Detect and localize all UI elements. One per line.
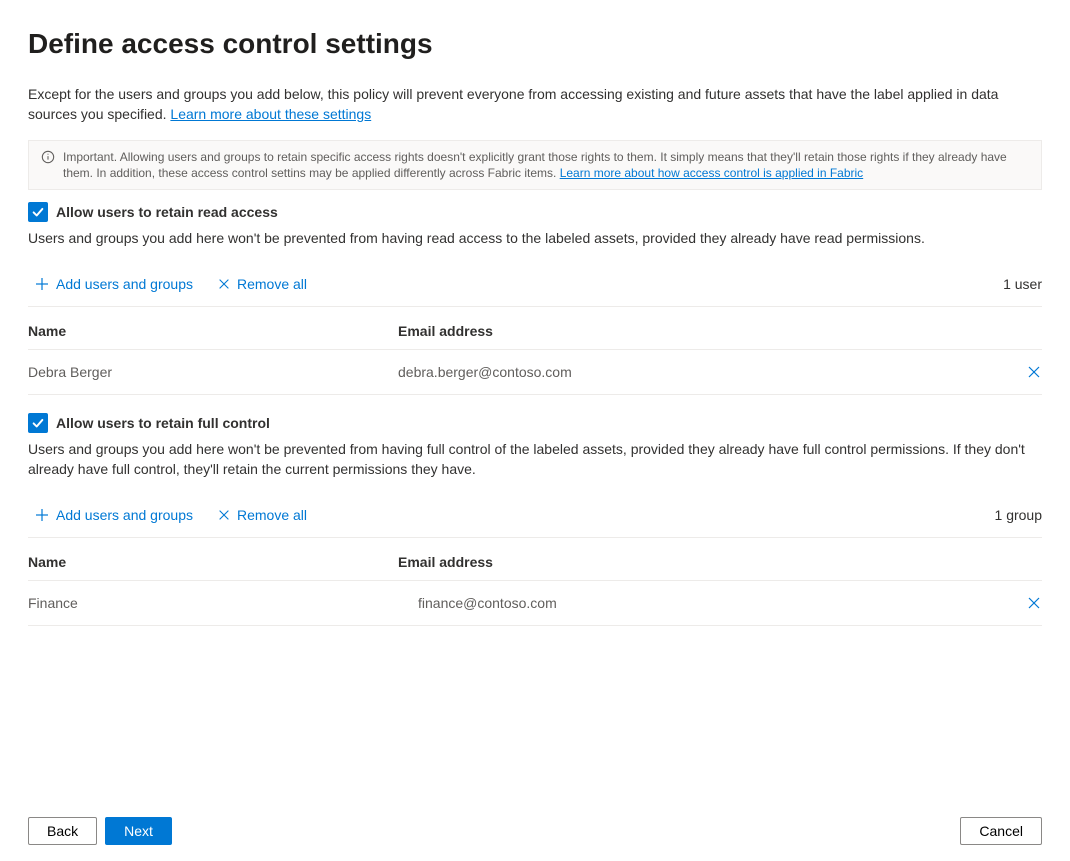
full-row-email: finance@contoso.com xyxy=(398,595,1002,611)
remove-all-read-button[interactable]: Remove all xyxy=(211,272,313,296)
remove-all-full-label: Remove all xyxy=(237,507,307,523)
retain-read-label: Allow users to retain read access xyxy=(56,204,278,220)
next-button[interactable]: Next xyxy=(105,817,172,845)
add-users-read-label: Add users and groups xyxy=(56,276,193,292)
add-users-full-label: Add users and groups xyxy=(56,507,193,523)
x-icon xyxy=(1026,595,1042,611)
learn-more-settings-link[interactable]: Learn more about these settings xyxy=(170,106,371,122)
check-icon xyxy=(31,416,45,430)
x-icon xyxy=(217,277,231,291)
read-count: 1 user xyxy=(1003,276,1042,292)
cancel-button[interactable]: Cancel xyxy=(960,817,1042,845)
check-icon xyxy=(31,205,45,219)
table-row: Finance finance@contoso.com xyxy=(28,581,1042,626)
plus-icon xyxy=(34,276,50,292)
learn-more-fabric-link[interactable]: Learn more about how access control is a… xyxy=(560,166,864,180)
full-table-header: Name Email address xyxy=(28,538,1042,581)
read-section-desc: Users and groups you add here won't be p… xyxy=(28,228,1042,248)
add-users-full-button[interactable]: Add users and groups xyxy=(28,503,199,527)
retain-full-label: Allow users to retain full control xyxy=(56,415,270,431)
info-banner: Important. Allowing users and groups to … xyxy=(28,140,1042,190)
retain-full-checkbox[interactable] xyxy=(28,413,48,433)
retain-read-checkbox[interactable] xyxy=(28,202,48,222)
info-icon xyxy=(41,150,55,164)
remove-all-read-label: Remove all xyxy=(237,276,307,292)
page-title: Define access control settings xyxy=(28,28,1042,60)
x-icon xyxy=(217,508,231,522)
full-action-bar: Add users and groups Remove all 1 group xyxy=(28,503,1042,538)
read-header-name: Name xyxy=(28,323,398,339)
footer-bar: Back Next Cancel xyxy=(28,817,1042,845)
x-icon xyxy=(1026,364,1042,380)
intro-text: Except for the users and groups you add … xyxy=(28,84,1042,124)
table-row: Debra Berger debra.berger@contoso.com xyxy=(28,350,1042,395)
full-row-name: Finance xyxy=(28,595,398,611)
read-action-bar: Add users and groups Remove all 1 user xyxy=(28,272,1042,307)
remove-row-read-button[interactable] xyxy=(1002,364,1042,380)
read-row-email: debra.berger@contoso.com xyxy=(398,364,1002,380)
full-header-email: Email address xyxy=(398,554,1002,570)
full-header-name: Name xyxy=(28,554,398,570)
back-button[interactable]: Back xyxy=(28,817,97,845)
add-users-read-button[interactable]: Add users and groups xyxy=(28,272,199,296)
info-body: Allowing users and groups to retain spec… xyxy=(63,150,1007,180)
plus-icon xyxy=(34,507,50,523)
full-section-desc: Users and groups you add here won't be p… xyxy=(28,439,1042,479)
remove-all-full-button[interactable]: Remove all xyxy=(211,503,313,527)
read-row-name: Debra Berger xyxy=(28,364,398,380)
info-prefix: Important. xyxy=(63,150,120,164)
remove-row-full-button[interactable] xyxy=(1002,595,1042,611)
read-table-header: Name Email address xyxy=(28,307,1042,350)
read-header-email: Email address xyxy=(398,323,1002,339)
full-count: 1 group xyxy=(995,507,1042,523)
